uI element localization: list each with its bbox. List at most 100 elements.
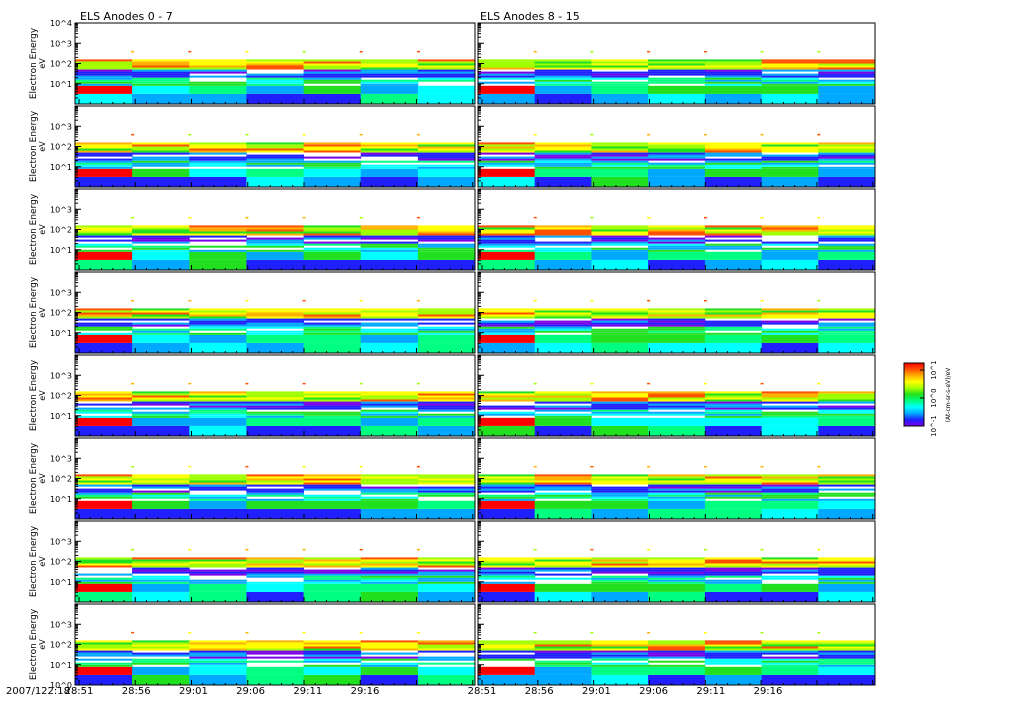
spectrogram-cell	[132, 247, 190, 250]
spectrogram-cell	[818, 407, 876, 410]
spectrogram-cell	[818, 142, 876, 145]
spectrogram-cell	[818, 583, 876, 592]
spectrogram-cell	[591, 314, 649, 317]
spectrogram-cell	[132, 425, 190, 436]
spectrogram-dot	[302, 465, 306, 468]
spectrogram-cell	[189, 395, 247, 398]
spectrogram-cell	[132, 563, 190, 566]
spectrogram-cell	[246, 73, 304, 76]
spectrogram-cell	[189, 660, 247, 663]
spectrogram-cell	[478, 142, 536, 145]
spectrogram-cell	[417, 474, 476, 477]
spectrogram-cell	[189, 480, 247, 483]
spectrogram-cell	[189, 666, 247, 675]
spectrogram-cell	[246, 156, 304, 159]
spectrogram-cell	[648, 332, 706, 335]
spectrogram-cell	[478, 308, 536, 311]
spectrogram-cell	[246, 233, 304, 236]
spectrogram-cell	[818, 249, 876, 252]
spectrogram-dot	[817, 216, 821, 219]
spectrogram-cell	[189, 648, 247, 651]
spectrogram-cell	[417, 314, 476, 317]
spectrogram-dot	[533, 299, 537, 302]
spectrogram-cell	[704, 413, 763, 416]
spectrogram-cell	[478, 476, 536, 479]
spectrogram-cell	[360, 395, 419, 398]
spectrogram-cell	[818, 391, 876, 394]
spectrogram-cell	[534, 484, 592, 487]
spectrogram-cell	[818, 579, 876, 582]
spectrogram-cell	[189, 322, 247, 325]
spectrogram-cell	[132, 403, 190, 406]
spectrogram-cell	[132, 65, 190, 68]
spectrogram-cell	[246, 488, 304, 491]
spectrogram-cell	[818, 662, 876, 665]
spectrogram-cell	[704, 417, 763, 426]
spectrogram-cell	[478, 413, 536, 416]
spectrogram-cell	[246, 77, 304, 80]
spectrogram-cell	[478, 411, 536, 414]
spectrogram-dot	[302, 50, 306, 53]
spectrogram-cell	[591, 393, 649, 396]
spectrogram-cell	[303, 565, 362, 568]
spectrogram-cell	[591, 500, 649, 509]
colorbar-tick-label: 10^-1	[930, 415, 938, 437]
spectrogram-cell	[189, 409, 247, 412]
spectrogram-cell	[591, 93, 649, 104]
spectrogram-cell	[75, 561, 133, 564]
spectrogram-cell	[75, 146, 133, 149]
spectrogram-cell	[704, 150, 763, 153]
spectrogram-cell	[704, 245, 763, 248]
spectrogram-cell	[534, 417, 592, 426]
spectrogram-cell	[704, 579, 763, 582]
spectrogram-cell	[648, 93, 706, 104]
spectrogram-dot	[590, 548, 594, 551]
spectrogram-cell	[189, 332, 247, 335]
spectrogram-cell	[534, 328, 592, 331]
spectrogram-cell	[132, 81, 190, 84]
spectrogram-cell	[360, 478, 419, 481]
spectrogram-cell	[246, 332, 304, 335]
spectrogram-cell	[818, 664, 876, 667]
spectrogram-cell	[648, 176, 706, 187]
spectrogram-cell	[591, 591, 649, 602]
spectrogram-cell	[478, 251, 536, 260]
spectrogram-cell	[591, 654, 649, 657]
spectrogram-cell	[648, 249, 706, 252]
spectrogram-cell	[648, 413, 706, 416]
spectrogram-cell	[246, 259, 304, 270]
spectrogram-cell	[478, 658, 536, 661]
spectrogram-cell	[189, 160, 247, 163]
spectrogram-cell	[818, 559, 876, 562]
spectrogram-cell	[417, 156, 476, 159]
spectrogram-cell	[75, 407, 133, 410]
spectrogram-cell	[818, 508, 876, 519]
spectrogram-cell	[246, 498, 304, 501]
spectrogram-cell	[648, 152, 706, 155]
spectrogram-cell	[478, 162, 536, 165]
spectrogram-cell	[761, 393, 819, 396]
spectrogram-cell	[132, 500, 190, 509]
spectrogram-cell	[648, 328, 706, 331]
spectrogram-cell	[360, 67, 419, 70]
colorbar-tick-label: 10^1	[930, 360, 938, 379]
spectrogram-cell	[360, 425, 419, 436]
spectrogram-cell	[591, 425, 649, 436]
spectrogram-cell	[417, 650, 476, 653]
spectrogram-cell	[132, 395, 190, 398]
spectrogram-cell	[704, 571, 763, 574]
spectrogram-cell	[478, 61, 536, 64]
spectrogram-cell	[704, 654, 763, 657]
spectrogram-cell	[303, 579, 362, 582]
spectrogram-cell	[704, 407, 763, 410]
spectrogram-cell	[417, 150, 476, 153]
spectrogram-cell	[417, 581, 476, 584]
spectrogram-cell	[591, 233, 649, 236]
spectrogram-cell	[303, 407, 362, 410]
spectrogram-cell	[591, 577, 649, 580]
spectrogram-cell	[761, 251, 819, 260]
y-axis-unit: eV	[38, 58, 47, 69]
spectrogram-dot	[647, 548, 651, 551]
spectrogram-cell	[534, 330, 592, 333]
spectrogram-cell	[761, 63, 819, 66]
